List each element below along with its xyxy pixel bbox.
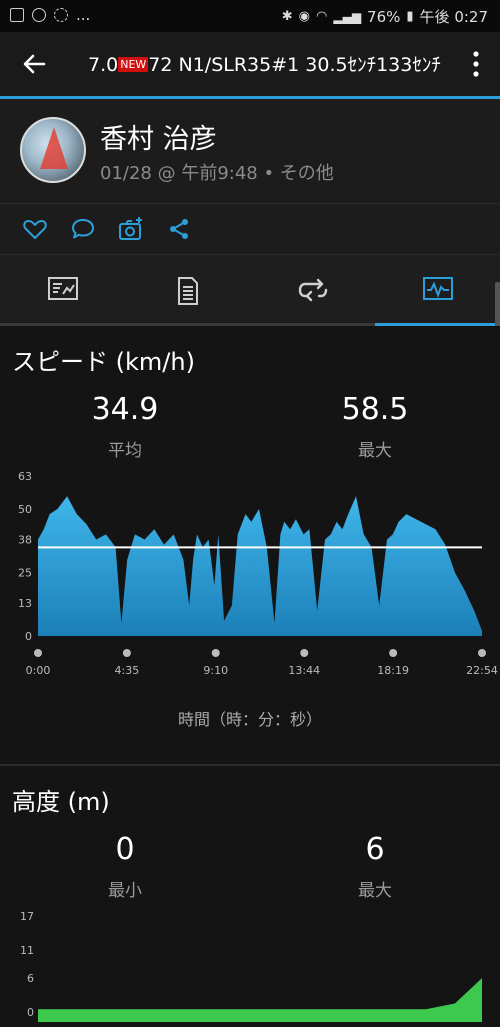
more-vert-icon[interactable] <box>472 50 480 78</box>
speed-title: スピード (km/h) <box>12 348 195 376</box>
elevation-max-value: 6 <box>365 832 385 867</box>
tab-bar <box>0 254 500 325</box>
activity-title: 7.0 NEW 72 N1/SLR35#1 30.5ｾﾝﾁ133ｾﾝﾁ <box>88 50 441 77</box>
tab-summary[interactable] <box>0 255 125 325</box>
speed-x-tick-dot <box>300 649 309 657</box>
details-icon <box>178 277 198 305</box>
speed-x-tick-dot <box>478 649 486 657</box>
speed-x-tick-label: 22:54 <box>466 664 498 677</box>
speed-series-area <box>38 496 482 636</box>
battery-icon: ▮ <box>406 9 414 24</box>
speed-x-tick-label: 18:19 <box>377 664 409 677</box>
tab-charts[interactable] <box>375 255 500 325</box>
signal-icon: ▂▄▆ <box>333 9 362 24</box>
heart-icon[interactable] <box>22 216 48 242</box>
activity-header: 香村 治彦 01/28 @ 午前9:48 • その他 <box>0 99 500 203</box>
elevation-y-tick-label: 0 <box>27 1006 34 1019</box>
new-badge: NEW <box>118 57 149 72</box>
battery-percent: 76% <box>367 7 401 26</box>
tab-details[interactable] <box>125 255 250 325</box>
elevation-y-tick-label: 17 <box>20 910 34 923</box>
sync-notification-icon <box>54 8 68 22</box>
speed-x-tick-label: 9:10 <box>203 664 228 677</box>
elevation-y-tick-label: 11 <box>20 944 34 957</box>
user-name[interactable]: 香村 治彦 <box>100 117 217 156</box>
laps-icon <box>298 278 328 302</box>
speed-avg-value: 34.9 <box>91 392 159 427</box>
speed-y-tick-label: 50 <box>18 503 32 516</box>
alarm-icon: ◉ <box>298 9 311 24</box>
speed-x-tick-dot <box>211 649 220 657</box>
title-prefix: 7.0 <box>88 54 119 76</box>
summary-icon <box>48 277 78 300</box>
speed-y-tick-label: 38 <box>18 533 32 546</box>
messenger-notification-icon <box>32 8 46 22</box>
speed-x-tick-label: 13:44 <box>288 664 320 677</box>
elevation-chart: 0 6 11 17 <box>20 910 482 1022</box>
speed-x-tick-dot <box>34 649 42 657</box>
tab-laps[interactable] <box>250 255 375 325</box>
speed-x-tick-dot <box>389 649 398 657</box>
back-arrow-icon[interactable] <box>18 48 50 80</box>
speed-x-tick-label: 4:35 <box>115 664 140 677</box>
speed-y-tick-label: 0 <box>25 630 32 643</box>
elevation-series-area <box>38 978 482 1022</box>
bluetooth-icon: ✱ <box>281 9 293 24</box>
speed-max-label: 最大 <box>358 441 392 461</box>
activity-meta: 01/28 @ 午前9:48 • その他 <box>100 163 334 184</box>
clock: 午後 0:27 <box>419 8 488 26</box>
speed-max-value: 58.5 <box>341 392 409 427</box>
elevation-title: 高度 (m) <box>12 788 110 816</box>
speed-x-tick-label: 0:00 <box>26 664 51 677</box>
speed-y-tick-label: 13 <box>18 597 32 610</box>
speed-x-axis-title: 時間（時：分：秒） <box>177 710 322 729</box>
app-bar: 7.0 NEW 72 N1/SLR35#1 30.5ｾﾝﾁ133ｾﾝﾁ <box>0 32 500 96</box>
speed-chart: 0 13 25 38 50 63 0:00 4:35 9:10 13:44 18:19 22:54 <box>18 470 498 677</box>
elevation-y-tick-label: 6 <box>27 972 34 985</box>
status-bar: ... ✱ ◉ ◠ ▂▄▆ 76% ▮ 午後 0:27 <box>0 0 500 32</box>
title-suffix: 72 N1/SLR35#1 30.5ｾﾝﾁ133ｾﾝﾁ <box>148 54 441 76</box>
speed-x-tick-dot <box>122 649 131 657</box>
comment-icon[interactable] <box>70 216 96 242</box>
gallery-notification-icon <box>10 8 24 22</box>
elevation-min-label: 最小 <box>108 881 142 901</box>
speed-y-tick-label: 25 <box>18 567 32 580</box>
social-actions <box>0 204 500 254</box>
speed-avg-label: 平均 <box>108 441 142 461</box>
chart-icon <box>423 277 453 300</box>
elevation-min-value: 0 <box>115 832 135 867</box>
share-icon[interactable] <box>167 216 193 242</box>
wifi-icon: ◠ <box>316 9 328 24</box>
speed-y-tick-label: 63 <box>18 470 32 483</box>
avatar[interactable] <box>20 117 86 183</box>
more-notifications: ... <box>76 6 91 24</box>
elevation-panel: 高度 (m) 0 最小 6 最大 0 6 11 17 <box>0 766 500 1027</box>
speed-panel: スピード (km/h) 34.9 平均 58.5 最大 0 13 25 38 50 63 0… <box>0 326 500 764</box>
add-photo-icon[interactable] <box>118 216 144 242</box>
elevation-max-label: 最大 <box>358 881 392 901</box>
